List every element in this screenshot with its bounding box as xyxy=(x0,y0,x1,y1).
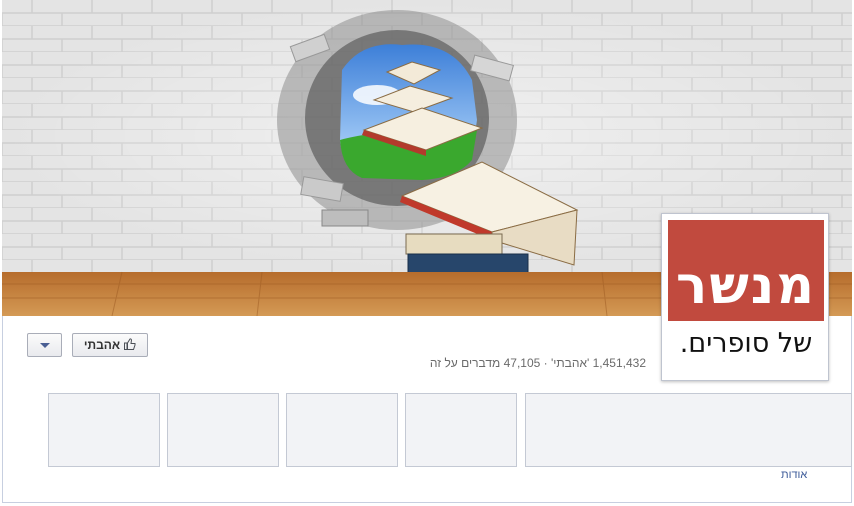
page-options-dropdown[interactable] xyxy=(27,333,62,357)
page-profile-picture[interactable]: מנשר של סופרים. xyxy=(661,213,829,381)
app-tile[interactable] xyxy=(167,393,279,467)
logo-subtitle: של סופרים. xyxy=(679,328,813,359)
logo-title: מנשר xyxy=(676,256,816,316)
caret-down-icon xyxy=(39,342,50,348)
page-stats: 1,451,432 'אהבתי' · 47,105 מדברים על זה xyxy=(429,356,646,370)
app-tile[interactable] xyxy=(286,393,398,467)
like-button-label: אהבתי xyxy=(83,338,121,352)
app-tile[interactable] xyxy=(48,393,160,467)
about-link[interactable]: אודות xyxy=(781,469,807,481)
about-tile[interactable] xyxy=(525,393,852,467)
thumbs-up-icon xyxy=(124,337,136,353)
app-tile[interactable] xyxy=(405,393,517,467)
like-button[interactable]: אהבתי xyxy=(72,333,148,357)
